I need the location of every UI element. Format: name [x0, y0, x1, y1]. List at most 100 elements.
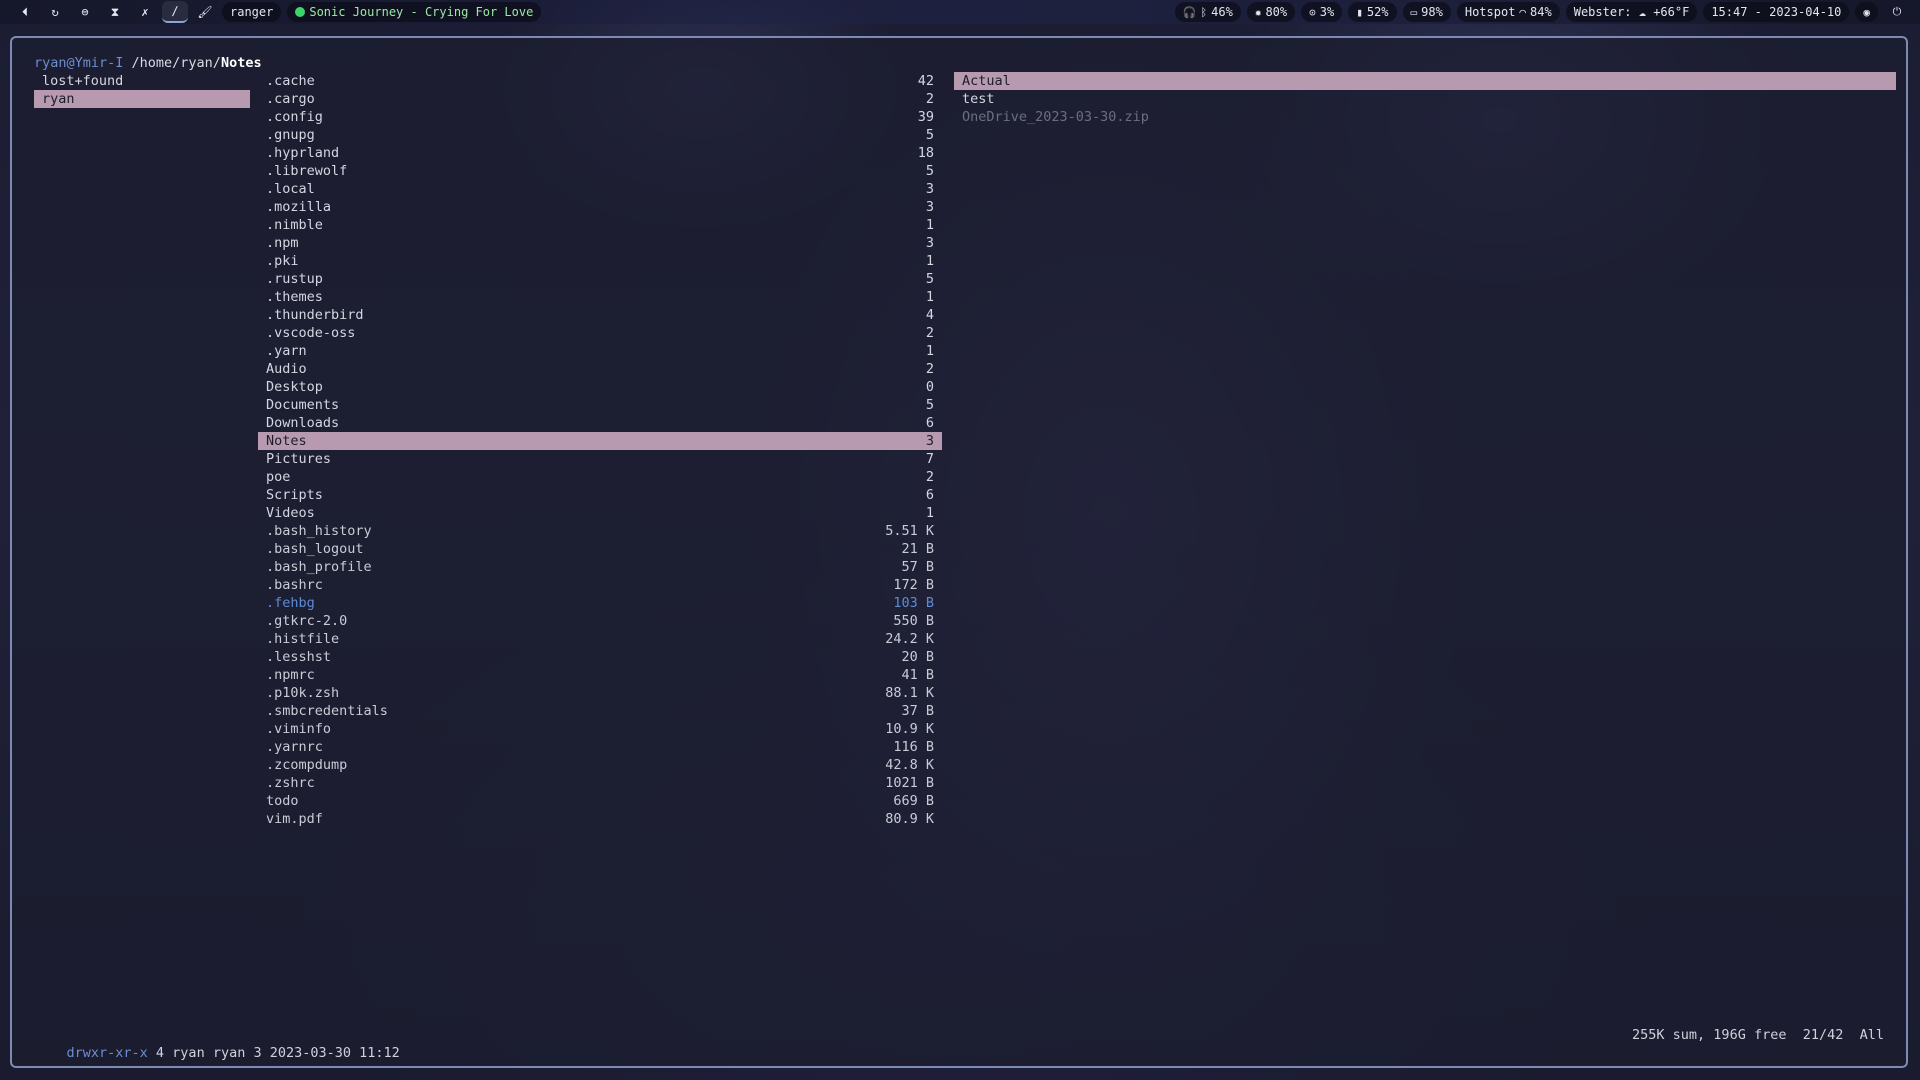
item-name: .viminfo — [266, 721, 332, 737]
list-item[interactable]: .librewolf 5 — [258, 162, 942, 180]
spotify-icon — [295, 7, 306, 17]
list-item[interactable]: .fehbg 103 B — [258, 594, 942, 612]
brightness-module[interactable]: ✹ 80% — [1246, 2, 1296, 22]
battery-value: 98% — [1421, 5, 1443, 19]
list-item[interactable]: Audio 2 — [258, 360, 942, 378]
item-name: OneDrive_2023-03-30.zip — [962, 109, 1149, 125]
list-item[interactable]: Desktop 0 — [258, 378, 942, 396]
item-name: .zshrc — [266, 775, 315, 791]
weather-module[interactable]: Webster: ☁ +66°F — [1565, 2, 1698, 22]
item-name: .yarn — [266, 343, 307, 359]
list-item[interactable]: .bashrc 172 B — [258, 576, 942, 594]
list-item[interactable]: todo 669 B — [258, 792, 942, 810]
clock-text: 15:47 - 2023-04-10 — [1711, 5, 1842, 19]
brush-icon: 🖌 — [197, 5, 213, 19]
app-name: ranger — [230, 5, 274, 19]
clock-module[interactable]: 15:47 - 2023-04-10 — [1703, 2, 1850, 22]
list-item[interactable]: .cache 42 — [258, 72, 942, 90]
list-item[interactable]: .hyprland 18 — [258, 144, 942, 162]
item-name: .zcompdump — [266, 757, 348, 773]
list-item[interactable]: .smbcredentials 37 B — [258, 702, 942, 720]
list-item[interactable]: .vscode-oss 2 — [258, 324, 942, 342]
list-item[interactable]: .viminfo 10.9 K — [258, 720, 942, 738]
list-item[interactable]: .yarnrc 116 B — [258, 738, 942, 756]
arrow-icon: ⏴ — [21, 4, 28, 19]
item-name: .npm — [266, 235, 299, 251]
cpu-module[interactable]: ⊙ 3% — [1301, 2, 1343, 22]
item-size: 103 B — [893, 595, 934, 611]
item-size: 2 — [925, 91, 934, 107]
item-name: .lesshst — [266, 649, 332, 665]
list-item[interactable]: poe 2 — [258, 468, 942, 486]
list-item[interactable]: .mozilla 3 — [258, 198, 942, 216]
list-item[interactable]: vim.pdf 80.9 K — [258, 810, 942, 828]
terminal-window[interactable]: ryan@Ymir-I /home/ryan/Notes lost+found r… — [10, 36, 1908, 1068]
item-size: 3 — [925, 235, 934, 251]
memory-module[interactable]: ▮ 52% — [1348, 2, 1397, 22]
power-button[interactable]: ⏻ — [1884, 2, 1910, 22]
item-size: 0 — [925, 379, 934, 395]
list-item[interactable]: .lesshst 20 B — [258, 648, 942, 666]
list-item[interactable]: .themes 1 — [258, 288, 942, 306]
item-name: .rustup — [266, 271, 323, 287]
list-item[interactable]: .p10k.zsh 88.1 K — [258, 684, 942, 702]
item-size: 2 — [925, 325, 934, 341]
list-item[interactable]: .bash_profile 57 B — [258, 558, 942, 576]
list-item[interactable]: .npmrc 41 B — [258, 666, 942, 684]
workspace-6[interactable]: ∕ — [162, 1, 188, 23]
item-name: .p10k.zsh — [266, 685, 340, 701]
list-item[interactable]: .bash_history 5.51 K — [258, 522, 942, 540]
item-name: Actual — [962, 73, 1011, 89]
memory-value: 52% — [1366, 5, 1389, 19]
list-item[interactable]: .zcompdump 42.8 K — [258, 756, 942, 774]
active-window-title[interactable]: ranger — [222, 2, 282, 22]
list-item[interactable]: test — [954, 90, 1896, 108]
list-item[interactable]: .npm 3 — [258, 234, 942, 252]
workspace-3[interactable]: ⊜ — [72, 2, 98, 22]
audio-module[interactable]: 🎧 ᛒ 46% — [1174, 2, 1241, 22]
list-item[interactable]: Downloads 6 — [258, 414, 942, 432]
item-size: 1 — [925, 253, 934, 269]
item-name: .bashrc — [266, 577, 323, 593]
list-item[interactable]: Documents 5 — [258, 396, 942, 414]
list-item[interactable]: Scripts 6 — [258, 486, 942, 504]
item-name: .smbcredentials — [266, 703, 388, 719]
list-item[interactable]: ryan — [34, 90, 250, 108]
item-size: 5 — [925, 163, 934, 179]
workspace-1[interactable]: ⏴ — [12, 2, 38, 22]
list-item[interactable]: Actual — [954, 72, 1896, 90]
battery-module[interactable]: ▭ 98% — [1402, 2, 1451, 22]
network-module[interactable]: Hotspot ◠ 84% — [1456, 2, 1560, 22]
item-name: Downloads — [266, 415, 340, 431]
item-size: 3 — [925, 199, 934, 215]
list-item[interactable]: .histfile 24.2 K — [258, 630, 942, 648]
list-item[interactable]: .cargo 2 — [258, 90, 942, 108]
list-item[interactable]: .config 39 — [258, 108, 942, 126]
workspace-7[interactable]: 🖌 — [192, 2, 218, 22]
item-name: .local — [266, 181, 315, 197]
list-item[interactable]: .gnupg 5 — [258, 126, 942, 144]
list-item[interactable]: lost+found — [34, 72, 250, 90]
list-item[interactable]: .zshrc 1021 B — [258, 774, 942, 792]
list-item[interactable]: .thunderbird 4 — [258, 306, 942, 324]
list-item[interactable]: .yarn 1 — [258, 342, 942, 360]
list-item[interactable]: .nimble 1 — [258, 216, 942, 234]
list-item[interactable]: Videos 1 — [258, 504, 942, 522]
weather-text: Webster: ☁ +66°F — [1573, 5, 1690, 19]
list-item[interactable]: .bash_logout 21 B — [258, 540, 942, 558]
list-item[interactable]: .rustup 5 — [258, 270, 942, 288]
list-item[interactable]: .gtkrc-2.0 550 B — [258, 612, 942, 630]
list-item[interactable]: Notes 3 — [258, 432, 942, 450]
list-item[interactable]: Pictures 7 — [258, 450, 942, 468]
discord-tray[interactable]: ◉ — [1855, 2, 1878, 22]
list-item[interactable]: .pki 1 — [258, 252, 942, 270]
media-player[interactable]: Sonic Journey - Crying For Love — [287, 2, 542, 22]
battery-icon: ▭ — [1410, 5, 1418, 19]
item-name: .bash_history — [266, 523, 372, 539]
item-name: .config — [266, 109, 323, 125]
workspace-2[interactable]: ↻ — [42, 2, 68, 22]
workspace-5[interactable]: ✗ — [132, 2, 158, 22]
workspace-4[interactable]: ⧗ — [102, 2, 128, 22]
list-item[interactable]: .local 3 — [258, 180, 942, 198]
list-item[interactable]: OneDrive_2023-03-30.zip — [954, 108, 1896, 126]
